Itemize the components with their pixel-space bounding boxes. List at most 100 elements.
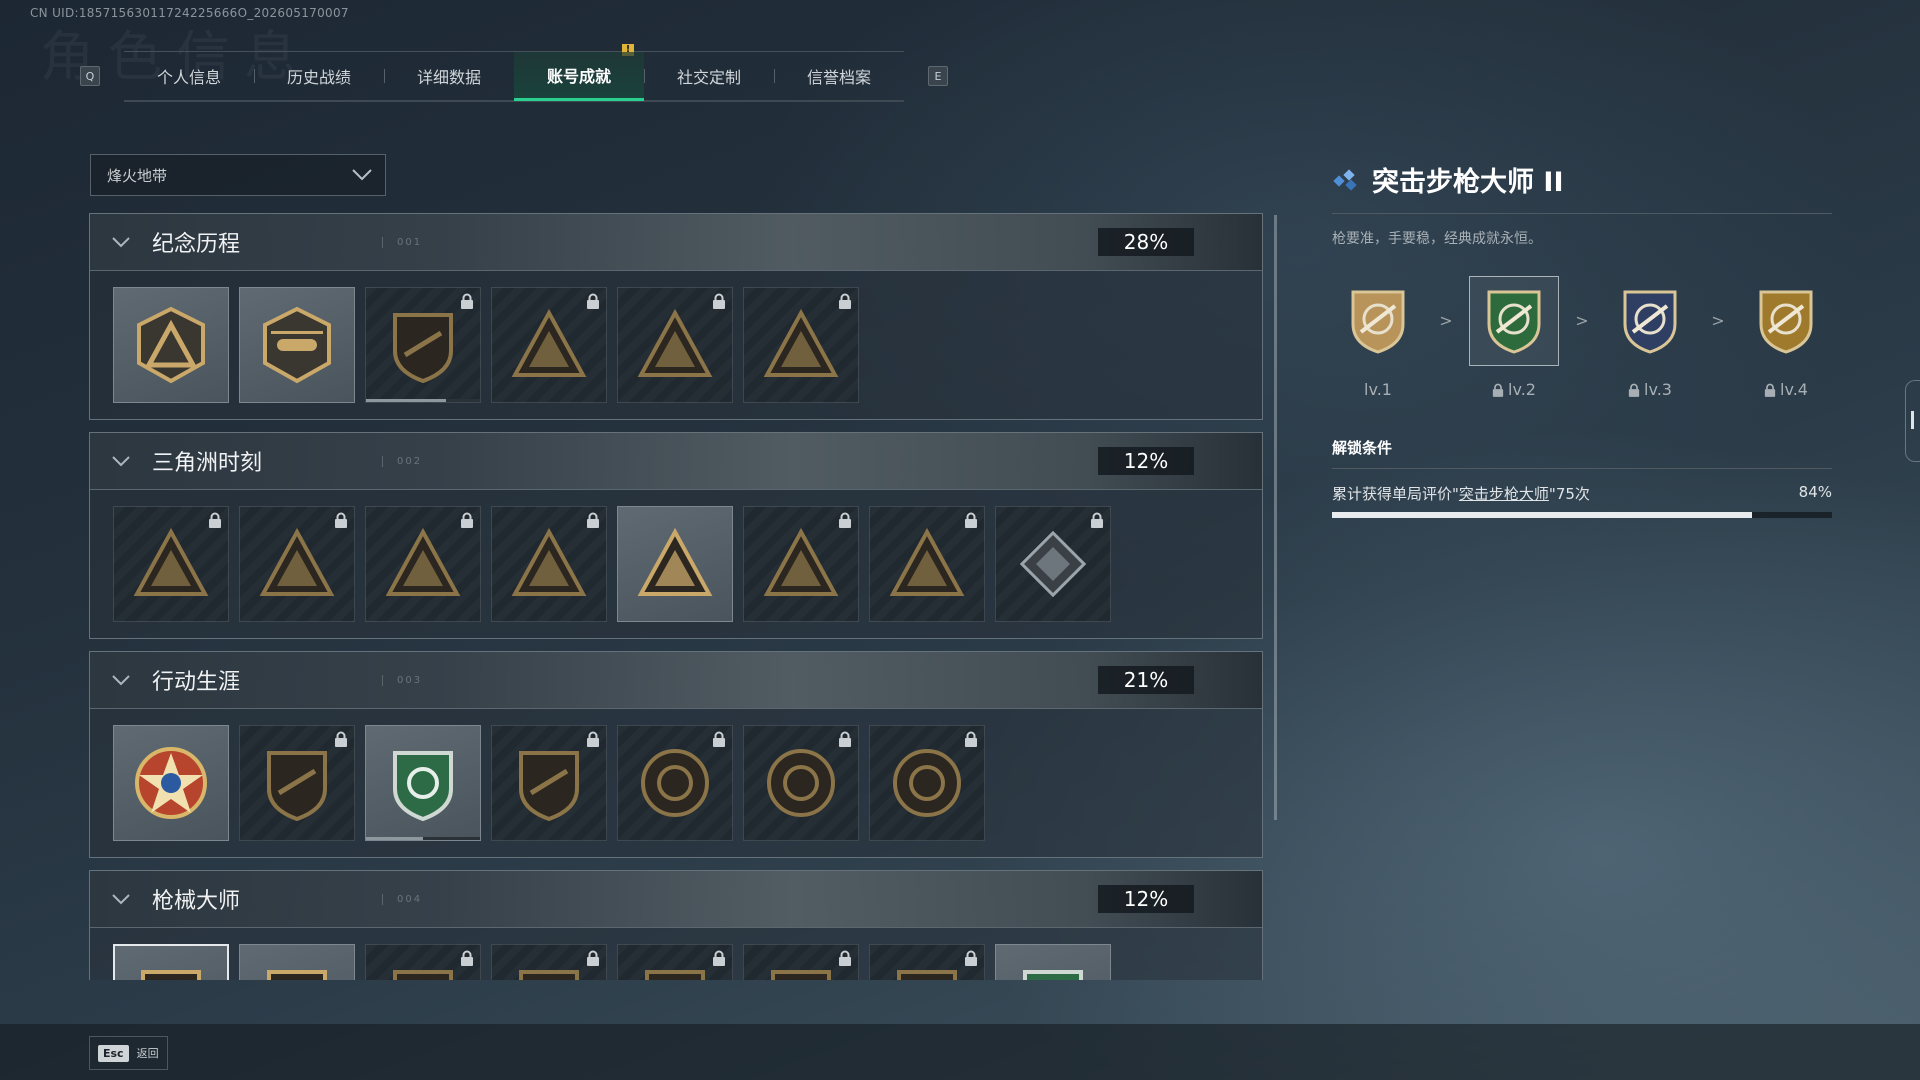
lock-icon [839,512,851,528]
collapse-chevron-icon[interactable] [110,231,132,253]
badge-tile[interactable] [869,725,985,841]
lock-icon [713,950,725,966]
rifle-shield-icon [1351,290,1405,354]
badge-tile[interactable] [491,506,607,622]
rifle-shield-icon [1487,290,1541,354]
achievement-detail-panel: 突击步枪大师 II 枪要准，手要稳，经典成就永恒。 lv.1 > lv.2 > [1332,160,1832,518]
prev-tab-key[interactable]: Q [80,66,100,86]
level-1[interactable]: lv.1 [1332,276,1424,399]
badge-progress [366,837,480,840]
badge-tile[interactable] [113,725,229,841]
chevron-down-icon [352,169,372,181]
achievement-section-1: 三角洲时刻 002 12% [89,432,1263,639]
badge-tile[interactable] [743,725,859,841]
star-emblem-badge-icon [135,747,207,819]
badge-tile[interactable] [491,287,607,403]
section-number: 004 [382,893,422,905]
badge-tile[interactable] [491,725,607,841]
level-arrow: > [1439,311,1453,330]
tab-1[interactable]: 历史战绩 [254,53,384,99]
rifle-shield-badge-icon [267,970,327,980]
unlock-condition-row: 累计获得单局评价"突击步枪大师"75次 84% [1332,483,1832,504]
rifle-shield-badge-icon [897,970,957,980]
collapse-chevron-icon[interactable] [110,669,132,691]
side-drawer-handle[interactable] [1905,380,1920,462]
section-header[interactable]: 行动生涯 003 21% [90,652,1262,709]
level-badge-frame [1605,276,1695,366]
back-button[interactable]: Esc 返回 [89,1036,168,1070]
level-4[interactable]: lv.4 [1740,276,1832,399]
badge-tile[interactable] [365,506,481,622]
badge-tile[interactable] [239,944,355,980]
rifle-shield-badge-icon [645,970,705,980]
mode-dropdown[interactable]: 烽火地带 [90,154,386,196]
esc-key: Esc [98,1044,129,1062]
collapse-chevron-icon[interactable] [110,450,132,472]
level-text: lv.2 [1508,380,1536,399]
triangle-shield-badge-icon [137,306,205,384]
badge-tile[interactable] [617,944,733,980]
detail-description: 枪要准，手要稳，经典成就永恒。 [1332,231,1542,247]
tab-3[interactable]: 账号成就 [514,52,644,101]
badge-tile[interactable] [995,506,1111,622]
list-scrollbar[interactable] [1274,215,1277,820]
badge-tile[interactable] [113,506,229,622]
bottom-bar [0,1024,1920,1080]
lock-icon [839,293,851,309]
level-progression: lv.1 > lv.2 > lv.3 > lv.4 [1332,276,1832,399]
tab-bar: Q ! 个人信息 历史战绩 详细数据 账号成就 社交定制 信誉档案 E [80,43,948,102]
next-tab-key[interactable]: E [928,66,948,86]
level-3[interactable]: lv.3 [1604,276,1696,399]
section-header[interactable]: 三角洲时刻 002 12% [90,433,1262,490]
section-percent: 28% [1098,228,1194,256]
collapse-chevron-icon[interactable] [110,888,132,910]
badge-tile[interactable] [239,506,355,622]
condition-link[interactable]: 突击步枪大师 [1459,485,1549,503]
tab-4[interactable]: 社交定制 [644,53,774,99]
badge-tile[interactable] [743,506,859,622]
badge-tile[interactable] [239,725,355,841]
badge-tile[interactable] [365,725,481,841]
badge-tile[interactable] [617,506,733,622]
tab-list: ! 个人信息 历史战绩 详细数据 账号成就 社交定制 信誉档案 [124,43,904,102]
badge-tile[interactable] [869,506,985,622]
badge-tile[interactable] [113,944,229,980]
runner-triangle-badge-icon [385,527,461,596]
badge-tile[interactable] [491,944,607,980]
level-2[interactable]: lv.2 [1468,276,1560,399]
unlock-condition-title: 解锁条件 [1332,437,1832,469]
lock-icon [587,293,599,309]
badge-tile[interactable] [617,287,733,403]
badge-tile[interactable] [365,944,481,980]
tab-2[interactable]: 详细数据 [384,53,514,99]
lock-icon [1764,383,1776,397]
badge-grid [90,928,1262,980]
badge-tile[interactable] [869,944,985,980]
badge-tile[interactable] [617,725,733,841]
badge-tile[interactable] [365,287,481,403]
badge-tile[interactable] [239,287,355,403]
tab-0[interactable]: 个人信息 [124,53,254,99]
badge-grid [90,709,1262,857]
rifle-shield-badge-icon [393,970,453,980]
section-header[interactable]: 纪念历程 001 28% [90,214,1262,271]
section-header[interactable]: 枪械大师 004 12% [90,871,1262,928]
badge-tile[interactable] [995,944,1111,980]
lock-icon [713,731,725,747]
badge-tile[interactable] [113,287,229,403]
lock-icon [713,293,725,309]
section-percent: 12% [1098,885,1194,913]
condition-suffix: "75次 [1548,485,1590,503]
section-percent: 21% [1098,666,1194,694]
badge-tile[interactable] [743,287,859,403]
badge-tile[interactable] [743,944,859,980]
achievement-list[interactable]: 纪念历程 001 28% 三角洲时刻 002 12% 行动生涯 003 21% … [89,213,1263,980]
lock-icon [1091,512,1103,528]
mode-dropdown-value: 烽火地带 [107,166,168,185]
eye-circle-badge-icon [893,749,961,817]
circle-badge-icon [641,749,709,817]
lock-icon [587,731,599,747]
dice-triangle-badge-icon [511,527,587,596]
tab-5[interactable]: 信誉档案 [774,53,904,99]
section-number: 001 [382,236,422,248]
